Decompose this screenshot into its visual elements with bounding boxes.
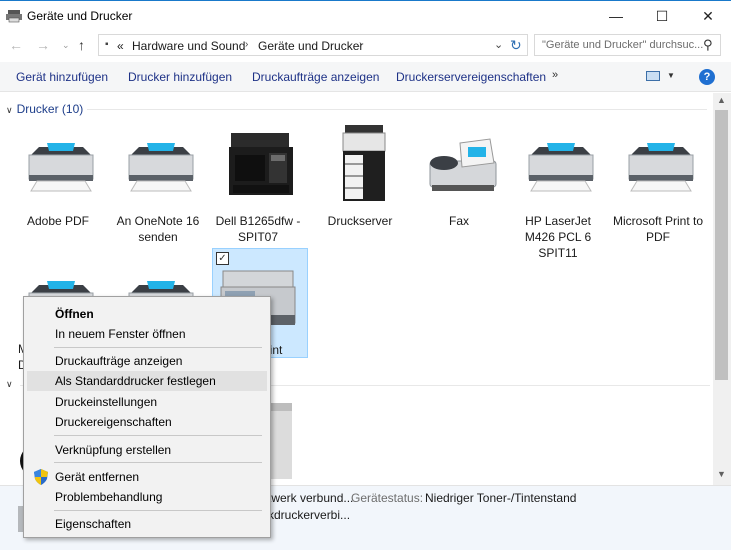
minimize-button[interactable]: —: [593, 1, 639, 31]
show-print-jobs-button[interactable]: Druckaufträge anzeigen: [252, 70, 379, 84]
menu-item-open[interactable]: Öffnen: [27, 304, 267, 324]
scroll-down-icon[interactable]: ▼: [717, 469, 726, 479]
menu-separator: [54, 435, 262, 436]
breadcrumb-overflow[interactable]: «: [117, 39, 124, 53]
menu-separator: [54, 347, 262, 348]
add-device-button[interactable]: Gerät hinzufügen: [16, 70, 108, 84]
search-placeholder: "Geräte und Drucker" durchsuc...: [542, 39, 704, 51]
up-arrow-icon[interactable]: ↑: [78, 37, 85, 53]
printer-label: Microsoft Print to PDF: [612, 214, 704, 244]
add-printer-button[interactable]: Drucker hinzufügen: [128, 70, 232, 84]
printer-icon: [128, 143, 194, 192]
collapse-chevron-icon[interactable]: ∨: [6, 105, 13, 115]
menu-item-remove-device[interactable]: Gerät entfernen: [27, 467, 267, 487]
menu-item-printer-properties[interactable]: Druckereigenschaften: [27, 412, 267, 432]
address-bar[interactable]: ▪ « Hardware und Sound › Geräte und Druc…: [98, 34, 528, 56]
breadcrumb-devices-printers[interactable]: Geräte und Drucker: [258, 39, 363, 53]
details-status-value: Niedriger Toner-/Tintenstand: [425, 491, 577, 505]
close-button[interactable]: ✕: [685, 1, 731, 31]
printer-label: Dell B1265dfw - SPIT07: [215, 214, 301, 244]
fax-icon: [429, 138, 497, 191]
breadcrumb-chevron-icon[interactable]: ›: [245, 39, 248, 50]
address-dropdown-icon[interactable]: ⌄: [494, 38, 503, 51]
search-icon[interactable]: ⚲: [703, 37, 713, 53]
devices-printers-app-icon: [6, 10, 22, 23]
details-status-key: Gerätestatus:: [351, 491, 424, 505]
group-divider: [87, 109, 707, 110]
menu-item-printing-preferences[interactable]: Druckeinstellungen: [27, 392, 267, 412]
menu-item-show-print-jobs[interactable]: Druckaufträge anzeigen: [27, 351, 267, 371]
close-icon: ✕: [702, 7, 714, 24]
more-commands-button[interactable]: »: [552, 69, 558, 81]
uac-shield-icon: [34, 469, 48, 485]
printer-tile[interactable]: Dell B1265dfw - SPIT07: [210, 125, 306, 244]
printer-tile[interactable]: An OneNote 16 senden: [110, 125, 206, 244]
menu-separator: [54, 510, 262, 511]
forward-arrow-icon[interactable]: →: [36, 37, 50, 53]
maximize-button[interactable]: ☐: [639, 1, 685, 31]
printer-tile[interactable]: Adobe PDF: [10, 125, 106, 233]
menu-item-properties[interactable]: Eigenschaften: [27, 514, 267, 534]
printer-tile[interactable]: HP LaserJet M426 PCL 6 SPIT11: [510, 125, 606, 260]
printer-label: HP LaserJet M426 PCL 6 SPIT11: [524, 214, 592, 260]
menu-item-set-default-printer[interactable]: Als Standarddrucker festlegen: [27, 371, 267, 391]
device-icon: [268, 403, 292, 479]
menu-separator: [54, 462, 262, 463]
window-title: Geräte und Drucker: [27, 9, 133, 23]
menu-item-create-shortcut[interactable]: Verknüpfung erstellen: [27, 440, 267, 460]
context-menu: Öffnen In neuem Fenster öffnen Druckauft…: [23, 296, 271, 538]
printer-icon: [528, 143, 594, 192]
print-server-properties-button[interactable]: Druckerservereigenschaften: [396, 70, 546, 84]
mfp-printer-icon: [229, 133, 293, 195]
printer-tile[interactable]: Fax: [411, 125, 507, 233]
printer-icon: [28, 143, 94, 192]
details-network-value: twerk verbund...: [268, 491, 354, 505]
printer-label: Adobe PDF: [26, 214, 90, 228]
printer-tile[interactable]: Druckserver: [312, 125, 408, 233]
printers-group-header[interactable]: ∨ Drucker (10): [6, 102, 83, 116]
refresh-icon[interactable]: ↻: [510, 37, 522, 54]
view-options-dropdown-icon[interactable]: ▼: [667, 71, 675, 80]
control-panel-icon: ▪: [105, 39, 109, 50]
help-icon[interactable]: ?: [699, 69, 715, 85]
breadcrumb-hardware-sound[interactable]: Hardware und Sound: [132, 39, 245, 53]
printer-label: An OneNote 16 senden: [116, 214, 200, 244]
address-row: ← → ⌄ ↑ ▪ « Hardware und Sound › Geräte …: [0, 31, 731, 59]
scrollbar-thumb[interactable]: [715, 110, 728, 380]
breadcrumb-chevron-icon[interactable]: ›: [359, 39, 362, 50]
change-view-icon[interactable]: [646, 71, 660, 81]
command-bar: Gerät hinzufügen Drucker hinzufügen Druc…: [0, 62, 731, 92]
details-network-value-2: kdruckerverbi...: [268, 508, 351, 522]
search-input[interactable]: "Geräte und Drucker" durchsuc... ⚲: [534, 34, 721, 56]
menu-item-open-new-window[interactable]: In neuem Fenster öffnen: [27, 324, 267, 344]
maximize-icon: ☐: [655, 7, 669, 24]
printer-tile[interactable]: Microsoft Print to PDF: [610, 125, 706, 244]
expand-chevron-icon[interactable]: ∨: [6, 379, 13, 390]
menu-item-troubleshoot[interactable]: Problembehandlung: [27, 487, 267, 507]
vertical-scrollbar[interactable]: ▲ ▼: [713, 93, 731, 485]
recent-locations-chevron-icon[interactable]: ⌄: [62, 40, 70, 51]
printer-label: Fax: [448, 214, 469, 228]
scroll-up-icon[interactable]: ▲: [717, 95, 726, 105]
back-arrow-icon[interactable]: ←: [9, 37, 23, 53]
minimize-icon: —: [609, 8, 623, 24]
copier-icon: [342, 125, 386, 201]
printer-label: Druckserver: [327, 214, 393, 228]
printer-icon: [628, 143, 694, 192]
title-bar: Geräte und Drucker — ☐ ✕: [0, 0, 731, 31]
